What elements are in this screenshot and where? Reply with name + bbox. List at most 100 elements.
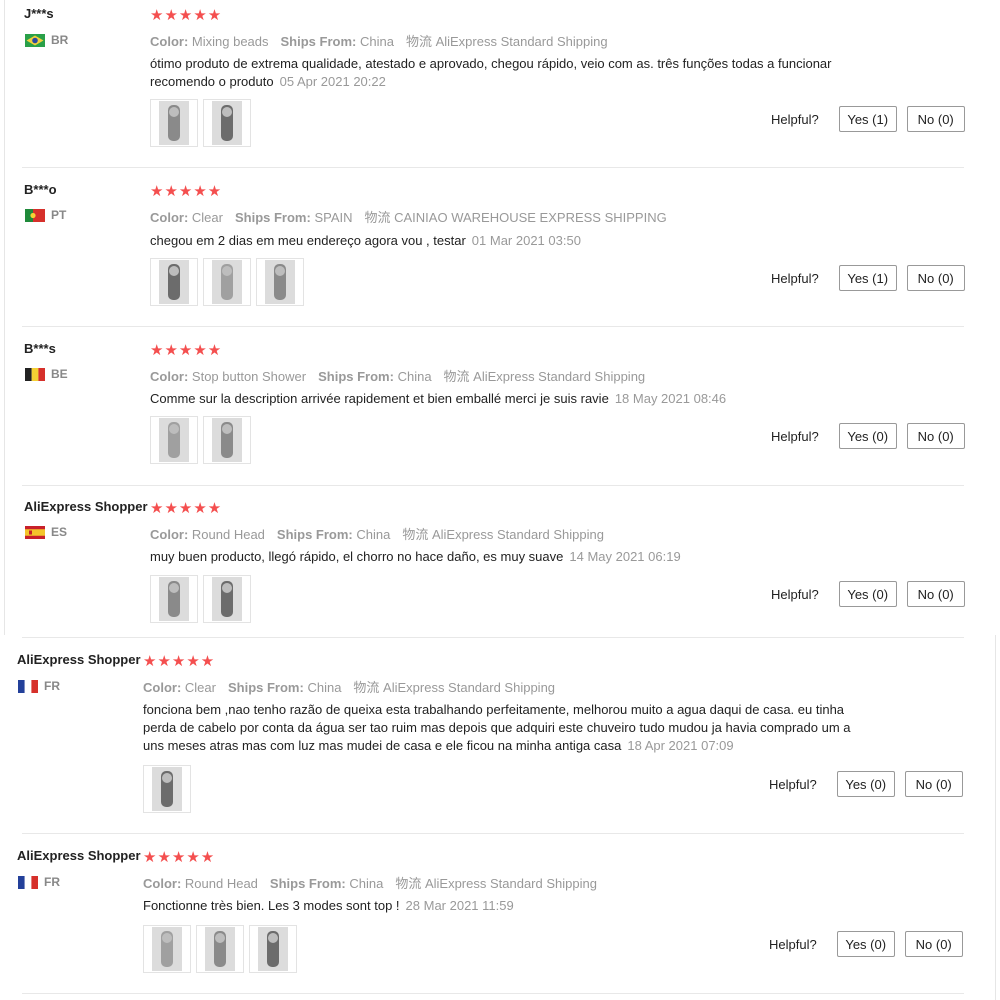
reviewer-name: B***o	[24, 182, 57, 197]
shipping-method: 物流 CAINIAO WAREHOUSE EXPRESS SHIPPING	[364, 210, 667, 225]
flag-be-icon	[25, 367, 45, 381]
ships-from-value: China	[397, 369, 432, 384]
ships-from-label: Ships From:	[318, 369, 394, 384]
helpful-yes-button[interactable]: Yes (0)	[836, 771, 895, 797]
helpful-label: Helpful?	[771, 586, 819, 602]
review-text: Comme sur la description arrivée rapidem…	[150, 390, 870, 408]
reviewer-country: FR	[18, 875, 60, 889]
helpful-yes-button[interactable]: Yes (0)	[838, 423, 897, 449]
order-info: Color: Round Head Ships From: China 物流 Ali…	[143, 873, 609, 892]
country-code: FR	[44, 875, 60, 889]
review-body: Comme sur la description arrivée rapidem…	[150, 391, 609, 406]
color-info: Color: Mixing beads	[150, 34, 269, 49]
review-body: ótimo produto de extrema qualidade, ates…	[150, 56, 832, 89]
helpful-label: Helpful?	[769, 776, 817, 792]
review-photo-thumbnail[interactable]	[150, 416, 198, 464]
helpful-no-button[interactable]: No (0)	[906, 423, 965, 449]
review-text: chegou em 2 dias em meu endereço agora v…	[150, 232, 870, 250]
review-photo-thumbnail[interactable]	[143, 765, 191, 813]
review-photo-thumbnail[interactable]	[203, 258, 251, 306]
helpful-no-button[interactable]: No (0)	[906, 265, 965, 291]
order-info: Color: Round Head Ships From: China 物流 Ali…	[150, 524, 616, 543]
color-label: Color:	[150, 369, 189, 384]
country-code: PT	[51, 208, 67, 222]
reviewer-name: AliExpress Shopper	[17, 652, 141, 667]
helpful-yes-button[interactable]: Yes (0)	[836, 931, 895, 957]
color-label: Color:	[150, 34, 189, 49]
ships-from-label: Ships From:	[269, 876, 346, 891]
helpful-yes-button[interactable]: Yes (1)	[838, 265, 897, 291]
country-code: BE	[51, 367, 68, 381]
ships-from-label: Ships From:	[276, 527, 353, 542]
color-value: Round Head	[184, 876, 258, 891]
helpful-yes-button[interactable]: Yes (0)	[838, 581, 897, 607]
ships-from-info: Ships From: China	[281, 34, 394, 49]
flag-fr-icon	[18, 679, 38, 693]
ships-from-value: China	[359, 34, 394, 49]
color-label: Color:	[143, 876, 182, 891]
helpful-label: Helpful?	[771, 270, 819, 286]
review-divider	[22, 485, 964, 486]
review-photos	[143, 925, 297, 973]
review-photo-thumbnail[interactable]	[256, 258, 304, 306]
review-photo-thumbnail[interactable]	[203, 99, 251, 147]
helpful-no-button[interactable]: No (0)	[906, 581, 965, 607]
review-photo-thumbnail[interactable]	[150, 99, 198, 147]
review-photo-thumbnail[interactable]	[196, 925, 244, 973]
review-divider	[22, 326, 964, 327]
ships-from-info: Ships From: China	[228, 680, 341, 695]
review-divider	[22, 993, 964, 994]
review-date: 18 May 2021 08:46	[614, 391, 727, 406]
helpful-vote: Helpful? Yes (0) No (0)	[769, 931, 963, 957]
helpful-no-button[interactable]: No (0)	[906, 106, 965, 132]
helpful-vote: Helpful? Yes (0) No (0)	[771, 423, 965, 449]
flag-es-icon	[25, 525, 45, 539]
star-rating-icon: ★★★★★	[150, 500, 223, 517]
helpful-label: Helpful?	[771, 111, 819, 127]
shipping-method: 物流 AliExpress Standard Shipping	[353, 680, 556, 695]
order-info: Color: Stop button Shower Ships From: Chi…	[150, 366, 657, 385]
review-photos	[150, 416, 251, 464]
review-photo-thumbnail[interactable]	[150, 575, 198, 623]
color-label: Color:	[150, 527, 189, 542]
ships-from-value: China	[349, 876, 384, 891]
review-body: Fonctionne très bien. Les 3 modes sont t…	[143, 898, 400, 913]
color-value: Clear	[191, 210, 223, 225]
review-photos	[150, 258, 304, 306]
reviewer-country: PT	[25, 208, 66, 222]
color-info: Color: Clear	[143, 680, 216, 695]
helpful-vote: Helpful? Yes (1) No (0)	[771, 106, 965, 132]
right-border	[995, 635, 996, 1000]
ships-from-label: Ships From:	[280, 34, 357, 49]
helpful-vote: Helpful? Yes (1) No (0)	[771, 265, 965, 291]
review-photo-thumbnail[interactable]	[150, 258, 198, 306]
review-divider	[22, 167, 964, 168]
order-info: Color: Clear Ships From: SPAIN 物流 CAINIAO …	[150, 207, 679, 226]
helpful-yes-button[interactable]: Yes (1)	[838, 106, 897, 132]
ships-from-info: Ships From: China	[318, 369, 431, 384]
review-divider	[22, 833, 964, 834]
review-photo-thumbnail[interactable]	[203, 575, 251, 623]
color-value: Clear	[184, 680, 216, 695]
country-code: FR	[44, 679, 60, 693]
review-body: muy buen producto, llegó rápido, el chor…	[150, 549, 564, 564]
flag-fr-icon	[18, 875, 38, 889]
flag-pt-icon	[25, 208, 45, 222]
review-photos	[143, 765, 191, 813]
star-rating-icon: ★★★★★	[150, 7, 223, 24]
helpful-vote: Helpful? Yes (0) No (0)	[769, 771, 963, 797]
review-date: 28 Mar 2021 11:59	[405, 898, 514, 913]
review-photo-thumbnail[interactable]	[203, 416, 251, 464]
review-photo-thumbnail[interactable]	[143, 925, 191, 973]
ships-from-value: SPAIN	[314, 210, 353, 225]
country-code: BR	[51, 33, 69, 47]
color-value: Mixing beads	[191, 34, 269, 49]
order-info: Color: Mixing beads Ships From: China 物流 A…	[150, 31, 620, 50]
helpful-no-button[interactable]: No (0)	[904, 931, 963, 957]
reviewer-name: AliExpress Shopper	[24, 499, 148, 514]
review-text: fonciona bem ,nao tenho razão de queixa …	[143, 701, 858, 755]
review-photo-thumbnail[interactable]	[249, 925, 297, 973]
helpful-no-button[interactable]: No (0)	[904, 771, 963, 797]
ships-from-info: Ships From: SPAIN	[235, 210, 353, 225]
shipping-method: 物流 AliExpress Standard Shipping	[402, 527, 604, 542]
